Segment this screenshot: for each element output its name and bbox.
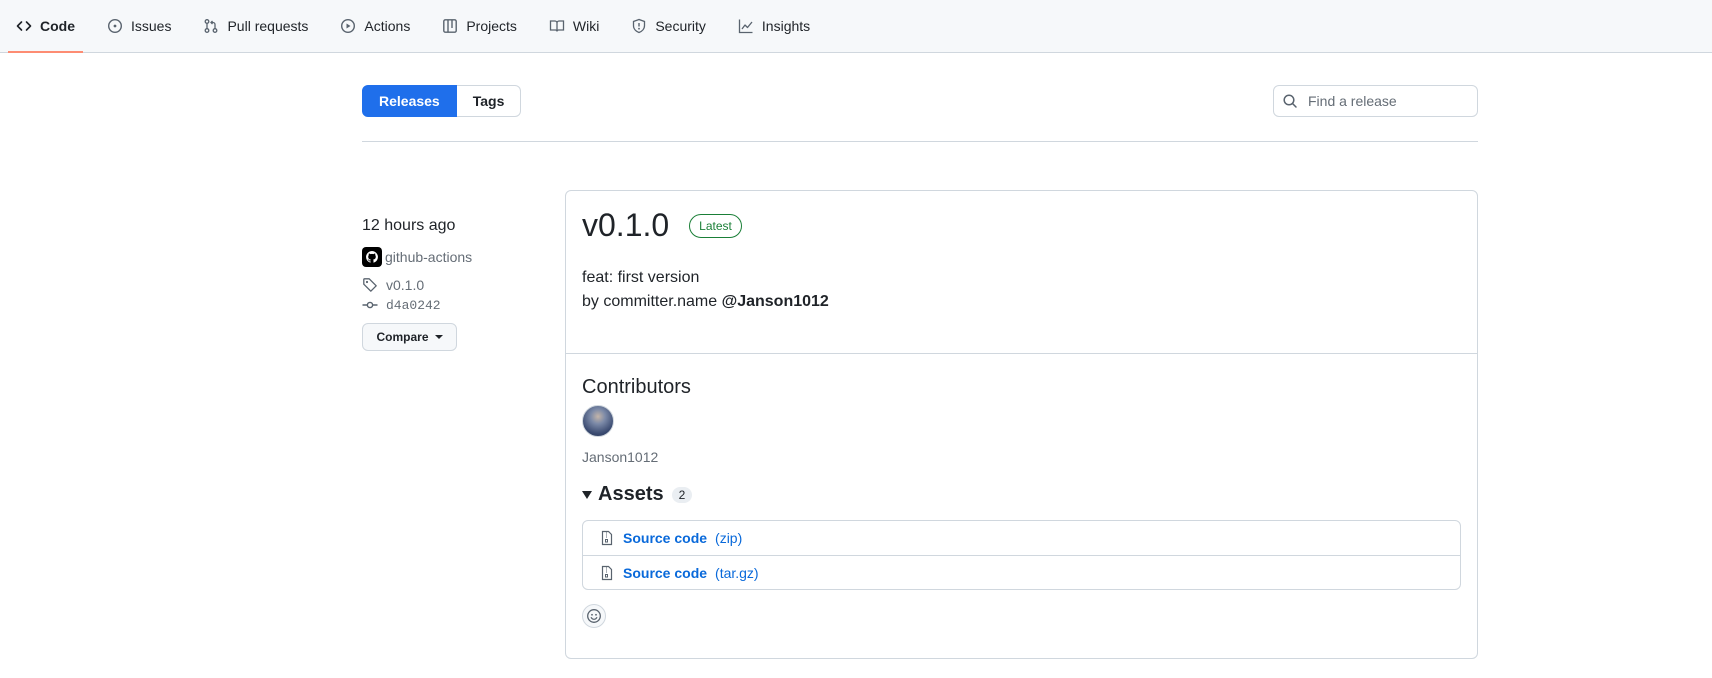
tab-wiki[interactable]: Wiki bbox=[541, 0, 607, 52]
release-tag-label: v0.1.0 bbox=[386, 277, 425, 293]
search-icon bbox=[1283, 94, 1297, 108]
asset-ext[interactable]: (zip) bbox=[715, 530, 742, 546]
assets-heading: Assets bbox=[598, 483, 664, 505]
repo-nav: Code Issues Pull requests Actions Projec… bbox=[0, 0, 1712, 53]
tag-icon bbox=[362, 277, 378, 293]
tags-button[interactable]: Tags bbox=[456, 85, 522, 117]
contributor-name[interactable]: Janson1012 bbox=[582, 449, 1461, 465]
tab-projects[interactable]: Projects bbox=[434, 0, 525, 52]
release-body-prefix: by committer.name bbox=[582, 293, 718, 310]
asset-row: Source code (tar.gz) bbox=[583, 555, 1460, 589]
file-zip-icon bbox=[599, 565, 615, 581]
release-footer: Contributors Janson1012 Assets 2 Source … bbox=[566, 354, 1477, 644]
release-author-name: github-actions bbox=[385, 249, 473, 265]
release-meta: 12 hours ago github-actions v0.1.0 d4a02… bbox=[362, 217, 552, 351]
github-actions-avatar-icon bbox=[362, 247, 382, 267]
latest-badge: Latest bbox=[689, 213, 742, 238]
release-header: v0.1.0 Latest feat: first version by com… bbox=[566, 191, 1477, 354]
assets-count-badge: 2 bbox=[671, 486, 693, 503]
release-body: feat: first version by committer.name @J… bbox=[582, 266, 1461, 314]
graph-icon bbox=[738, 18, 754, 34]
release-tag[interactable]: v0.1.0 bbox=[362, 277, 552, 293]
git-pull-request-icon bbox=[203, 18, 219, 34]
file-zip-icon bbox=[599, 530, 615, 546]
releases-button[interactable]: Releases bbox=[362, 85, 457, 117]
tab-security[interactable]: Security bbox=[623, 0, 714, 52]
table-icon bbox=[442, 18, 458, 34]
releases-container: Releases Tags 12 hours ago github-action… bbox=[362, 85, 1478, 659]
tab-insights[interactable]: Insights bbox=[730, 0, 818, 52]
play-icon bbox=[340, 18, 356, 34]
issue-opened-icon bbox=[107, 18, 123, 34]
subnav-divider bbox=[362, 141, 1478, 142]
tab-code[interactable]: Code bbox=[8, 0, 83, 53]
shield-icon bbox=[631, 18, 647, 34]
tab-insights-label: Insights bbox=[761, 17, 811, 34]
tab-projects-label: Projects bbox=[466, 17, 517, 34]
release-commit-sha: d4a0242 bbox=[386, 297, 441, 313]
assets-toggle[interactable]: Assets 2 bbox=[582, 483, 1461, 506]
tab-wiki-label: Wiki bbox=[572, 17, 600, 34]
book-icon bbox=[549, 18, 565, 34]
release-title[interactable]: v0.1.0 bbox=[582, 207, 669, 244]
releases-subnav: Releases Tags bbox=[362, 85, 1478, 117]
releases-tags-toggle: Releases Tags bbox=[362, 85, 522, 117]
contributors-heading: Contributors bbox=[582, 376, 691, 398]
release-commit[interactable]: d4a0242 bbox=[362, 297, 552, 313]
release-card: v0.1.0 Latest feat: first version by com… bbox=[565, 190, 1478, 659]
compare-button[interactable]: Compare bbox=[362, 323, 457, 351]
tab-actions[interactable]: Actions bbox=[332, 0, 418, 52]
find-release-input[interactable] bbox=[1306, 92, 1466, 110]
add-reaction-button[interactable] bbox=[582, 604, 606, 628]
asset-link[interactable]: Source code bbox=[623, 530, 707, 546]
triangle-down-icon bbox=[582, 490, 592, 499]
release-title-row: v0.1.0 Latest bbox=[582, 207, 1461, 244]
tab-pull-requests[interactable]: Pull requests bbox=[195, 0, 316, 52]
chevron-down-icon bbox=[434, 335, 443, 339]
code-icon bbox=[16, 18, 32, 34]
release-body-line2: by committer.name @Janson1012 bbox=[582, 290, 1461, 314]
user-mention-link[interactable]: @Janson1012 bbox=[722, 293, 829, 310]
git-commit-icon bbox=[362, 297, 378, 313]
release-author[interactable]: github-actions bbox=[362, 247, 552, 267]
tab-actions-label: Actions bbox=[364, 17, 411, 34]
tab-issues-label: Issues bbox=[131, 17, 172, 34]
release-time: 12 hours ago bbox=[362, 217, 456, 234]
asset-row: Source code (zip) bbox=[583, 521, 1460, 555]
asset-link[interactable]: Source code bbox=[623, 565, 707, 581]
assets-list: Source code (zip) Source code (tar.gz) bbox=[582, 520, 1461, 590]
find-release-search[interactable] bbox=[1273, 85, 1478, 117]
tab-security-label: Security bbox=[655, 17, 706, 34]
contributor-avatar[interactable] bbox=[582, 405, 614, 437]
tab-code-label: Code bbox=[40, 17, 75, 34]
smiley-icon bbox=[587, 609, 601, 623]
release-body-line1: feat: first version bbox=[582, 269, 700, 286]
tab-pull-requests-label: Pull requests bbox=[227, 17, 309, 34]
compare-label: Compare bbox=[376, 330, 429, 344]
asset-ext[interactable]: (tar.gz) bbox=[715, 565, 759, 581]
tab-issues[interactable]: Issues bbox=[99, 0, 179, 52]
